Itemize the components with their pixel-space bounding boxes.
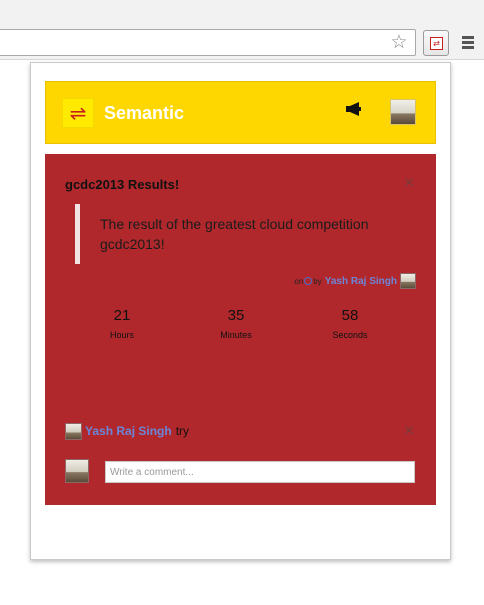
post-meta: on by Yash Raj Singh — [294, 273, 416, 289]
semantic-logo-icon[interactable]: ⇌ — [62, 98, 94, 128]
semantic-extension-icon: ⇄ — [430, 37, 443, 50]
meta-by-label: by — [313, 276, 322, 286]
countdown-seconds: 58 Seconds — [310, 307, 390, 341]
quote-bar — [75, 204, 80, 264]
comment-input[interactable] — [105, 461, 415, 483]
browser-toolbar: ☆ ⇄ — [0, 0, 484, 60]
post-author-link[interactable]: Yash Raj Singh — [325, 276, 397, 287]
meta-on-label: on — [294, 276, 304, 286]
hamburger-menu-icon[interactable] — [458, 34, 478, 52]
extension-popup: ⇌ Semantic gcdc2013 Results! × The resul… — [30, 62, 451, 560]
countdown-hours: 21 Hours — [82, 307, 162, 341]
close-post-icon[interactable]: × — [402, 175, 416, 190]
address-bar[interactable]: ☆ — [0, 29, 416, 56]
countdown-unit: Minutes — [220, 330, 252, 340]
comment-author-avatar[interactable] — [65, 422, 82, 440]
countdown-minutes: 35 Minutes — [196, 307, 276, 341]
delete-comment-icon[interactable]: × — [402, 423, 416, 438]
commenter-avatar — [65, 459, 89, 483]
comment-author-link[interactable]: Yash Raj Singh — [85, 424, 172, 438]
extension-button[interactable]: ⇄ — [423, 30, 449, 56]
brand-title[interactable]: Semantic — [104, 101, 184, 125]
clock-icon[interactable] — [304, 277, 313, 285]
countdown-value: 58 — [341, 307, 359, 324]
post-card: gcdc2013 Results! × The result of the gr… — [45, 154, 436, 505]
countdown-value: 35 — [227, 307, 245, 324]
post-title: gcdc2013 Results! — [65, 177, 180, 192]
megaphone-icon[interactable] — [344, 102, 362, 116]
post-body: The result of the greatest cloud competi… — [100, 216, 369, 252]
countdown-value: 21 — [113, 307, 131, 324]
popup-header: ⇌ Semantic — [45, 81, 436, 144]
star-icon[interactable]: ☆ — [389, 32, 409, 52]
post-author-avatar[interactable] — [400, 273, 416, 289]
comment-item: Yash Raj Singh try — [65, 422, 189, 440]
countdown-unit: Seconds — [332, 330, 368, 340]
user-avatar[interactable] — [390, 99, 416, 125]
comment-text: try — [175, 424, 190, 438]
countdown-unit: Hours — [109, 330, 134, 340]
